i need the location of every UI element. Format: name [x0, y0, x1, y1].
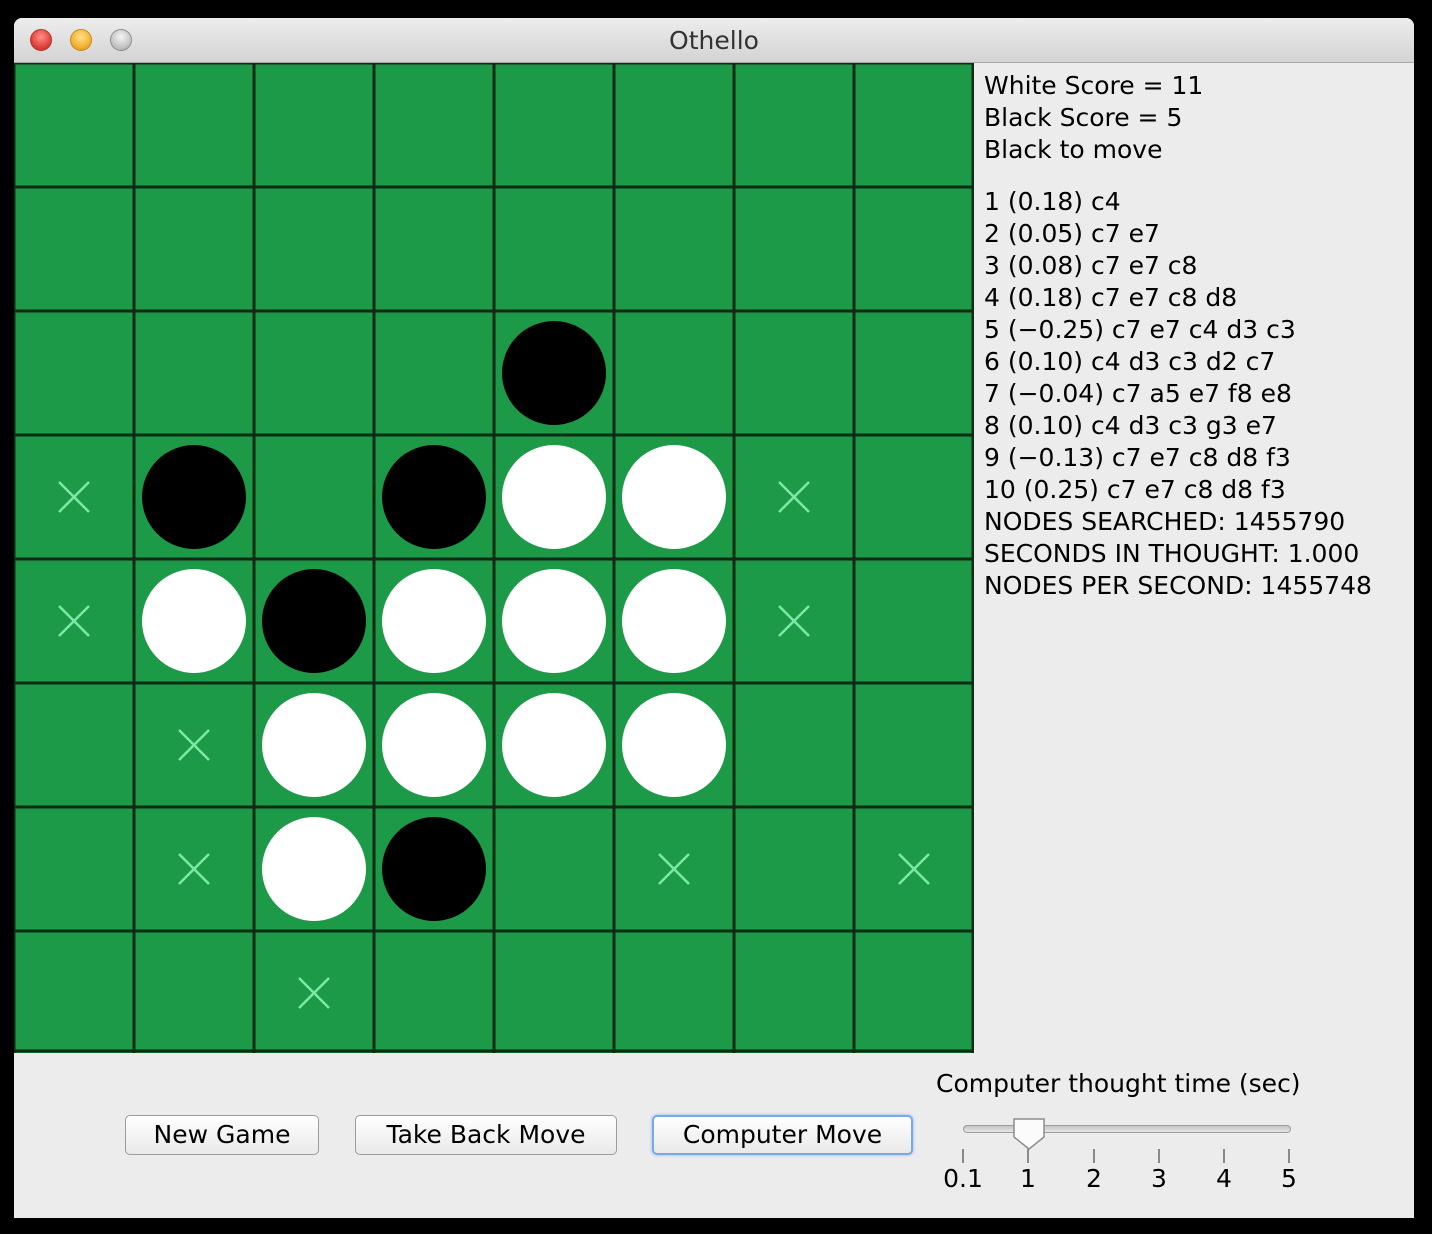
nodes-searched: NODES SEARCHED: 1455790: [984, 507, 1346, 536]
info-panel: White Score = 11 Black Score = 5 Black t…: [984, 70, 1404, 602]
black-disc: [382, 817, 486, 921]
title-bar[interactable]: Othello: [14, 18, 1414, 63]
slider-tick: [1223, 1149, 1225, 1163]
slider-tick-label: 1: [1020, 1164, 1036, 1193]
black-score: Black Score = 5: [984, 103, 1183, 132]
slider-tick-label: 2: [1086, 1164, 1102, 1193]
slider-tick: [1158, 1149, 1160, 1163]
white-disc: [502, 569, 606, 673]
white-disc: [382, 693, 486, 797]
white-disc: [622, 693, 726, 797]
slider-tick-label: 4: [1216, 1164, 1232, 1193]
white-score: White Score = 11: [984, 71, 1204, 100]
othello-board[interactable]: [14, 63, 974, 1053]
slider-tick-label: 0.1: [943, 1164, 983, 1193]
white-disc: [382, 569, 486, 673]
white-disc: [262, 693, 366, 797]
search-line: 3 (0.08) c7 e7 c8: [984, 251, 1198, 280]
white-disc: [142, 569, 246, 673]
search-line: 8 (0.10) c4 d3 c3 g3 e7: [984, 411, 1277, 440]
black-disc: [262, 569, 366, 673]
white-disc: [262, 817, 366, 921]
thought-time-slider-thumb[interactable]: [1012, 1117, 1046, 1151]
white-disc: [622, 445, 726, 549]
black-disc: [502, 321, 606, 425]
search-log: 1 (0.18) c4 2 (0.05) c7 e7 3 (0.08) c7 e…: [984, 186, 1404, 602]
seconds-in-thought: SECONDS IN THOUGHT: 1.000: [984, 539, 1360, 568]
search-line: 1 (0.18) c4: [984, 187, 1121, 216]
search-line: 5 (−0.25) c7 e7 c4 d3 c3: [984, 315, 1296, 344]
search-line: 9 (−0.13) c7 e7 c8 d8 f3: [984, 443, 1291, 472]
computer-move-button[interactable]: Computer Move: [652, 1115, 913, 1155]
search-line: 4 (0.18) c7 e7 c8 d8: [984, 283, 1238, 312]
slider-tick-label: 5: [1281, 1164, 1297, 1193]
turn-indicator: Black to move: [984, 135, 1163, 164]
white-disc: [622, 569, 726, 673]
search-line: 2 (0.05) c7 e7: [984, 219, 1160, 248]
slider-tick: [1093, 1149, 1095, 1163]
slider-tick: [962, 1149, 964, 1163]
othello-window: Othello White Score = 11 Black Score = 5…: [14, 18, 1414, 1218]
white-disc: [502, 445, 606, 549]
new-game-button[interactable]: New Game: [125, 1115, 319, 1155]
search-line: 10 (0.25) c7 e7 c8 d8 f3: [984, 475, 1286, 504]
take-back-move-button[interactable]: Take Back Move: [355, 1115, 617, 1155]
slider-tick: [1288, 1149, 1290, 1163]
slider-tick: [1027, 1149, 1029, 1163]
black-disc: [382, 445, 486, 549]
window-title: Othello: [669, 26, 759, 55]
white-disc: [502, 693, 606, 797]
nodes-per-second: NODES PER SECOND: 1455748: [984, 571, 1372, 600]
search-line: 7 (−0.04) c7 a5 e7 f8 e8: [984, 379, 1292, 408]
slider-tick-label: 3: [1151, 1164, 1167, 1193]
board-canvas[interactable]: [14, 63, 974, 1053]
thought-time-label: Computer thought time (sec): [936, 1069, 1301, 1098]
black-disc: [142, 445, 246, 549]
search-line: 6 (0.10) c4 d3 c3 d2 c7: [984, 347, 1276, 376]
